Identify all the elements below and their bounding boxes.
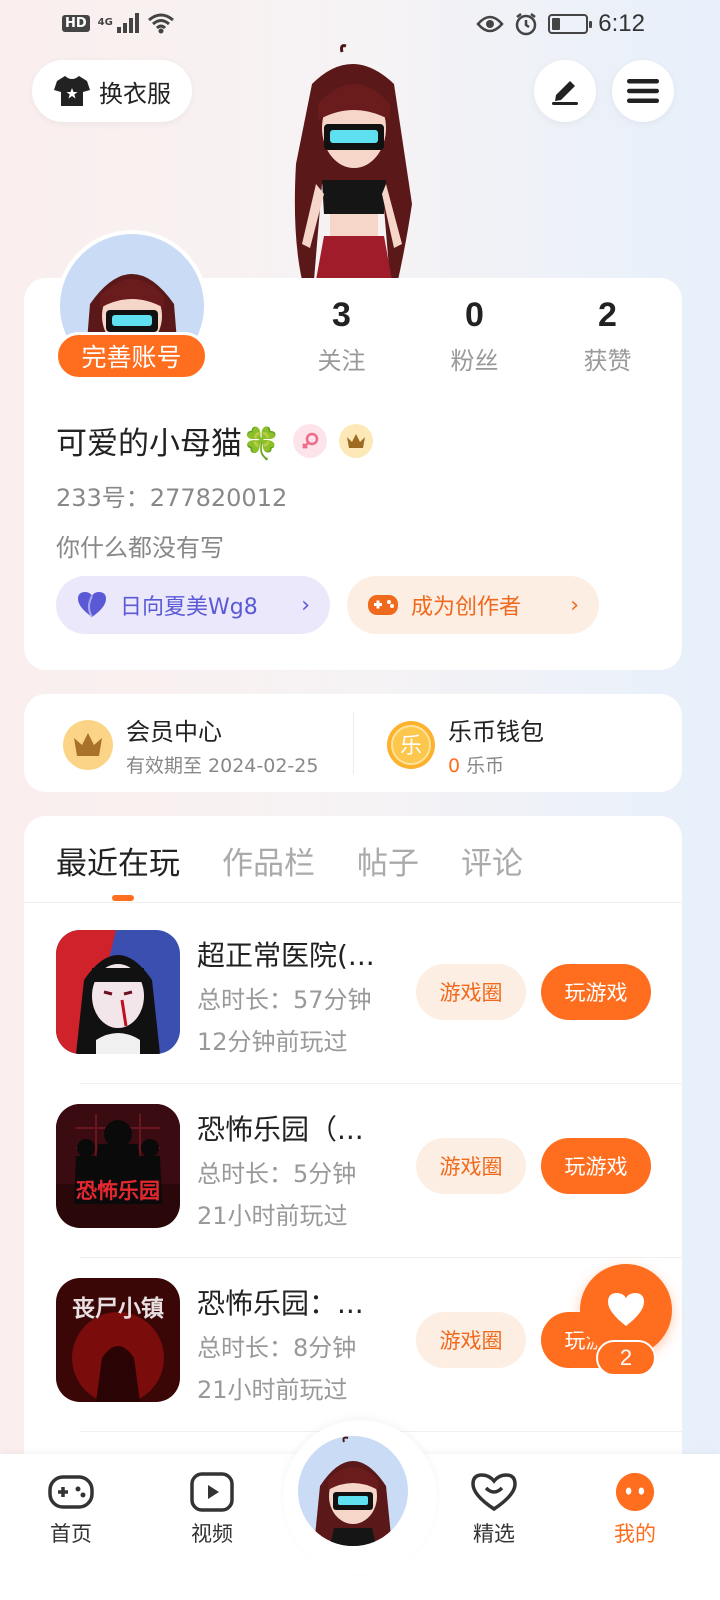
game-last-played: 21小时前玩过 [197,1202,348,1230]
avatar-figure[interactable] [272,44,432,280]
nickname: 可爱的小母猫🍀 [56,426,281,462]
nav-video[interactable]: 视频 [162,1472,262,1548]
game-last-played: 21小时前玩过 [197,1376,348,1404]
nav-avatar-button[interactable] [298,1436,408,1546]
tab-works[interactable]: 作品栏 [222,838,315,883]
heart-icon [78,592,106,618]
like-count-badge: 2 [596,1340,656,1376]
heart-icon [608,1293,644,1326]
game-row[interactable]: 丧尸小镇 恐怖乐园：... 总时长：8分钟 21小时前玩过 游戏圈 玩游戏 [24,1258,682,1432]
nav-label: 视频 [191,1522,233,1546]
relation-pill[interactable]: 日向夏美Wg8 › [56,576,330,634]
game-row[interactable]: 恐怖乐园 恐怖乐园（... 总时长：5分钟 21小时前玩过 游戏圈 玩游戏 [24,1084,682,1258]
menu-button[interactable] [612,60,674,122]
signal-icon [116,13,139,33]
avatar-image [314,1436,392,1546]
stat-value: 3 [332,296,351,334]
game-circle-button[interactable]: 游戏圈 [416,964,526,1020]
shirt-icon [54,76,90,106]
eye-icon [476,15,504,33]
game-title: 恐怖乐园（... [197,1113,364,1146]
game-duration: 总时长：5分钟 [197,1160,357,1188]
svg-text:乐: 乐 [400,734,422,759]
game-duration: 总时长：8分钟 [197,1334,357,1362]
play-icon [190,1472,234,1512]
clock: 6:12 [598,10,645,37]
wallet-balance: 0 [448,755,461,777]
profile-stats: 3 关注 0 粉丝 2 获赞 [275,296,675,376]
status-bar: HD 4G 6:12 [0,0,720,48]
user-id: 233号：277820012 [56,484,288,512]
nickname-row: 可爱的小母猫🍀 [56,418,373,463]
crown-icon [338,423,373,458]
heart-smile-icon [471,1473,517,1512]
game-thumbnail[interactable] [56,930,180,1054]
tab-comments[interactable]: 评论 [461,838,523,883]
stat-likes[interactable]: 2 获赞 [541,296,674,376]
member-center-entry[interactable]: 会员中心 有效期至 2024-02-25 [62,712,318,778]
nav-home[interactable]: 首页 [21,1472,121,1548]
gamepad-icon [48,1475,94,1509]
stat-label: 获赞 [583,347,632,375]
divider [24,902,682,903]
nav-me[interactable]: 我的 [585,1472,685,1548]
stat-label: 粉丝 [450,347,499,375]
chevron-right-icon: › [570,592,579,618]
chevron-right-icon: › [301,592,310,618]
coin-icon: 乐 [387,721,435,769]
play-game-button[interactable]: 玩游戏 [541,964,651,1020]
network-type: 4G [97,17,113,28]
wallet-unit: 乐币 [466,755,505,777]
change-outfit-label: 换衣服 [99,79,171,108]
become-creator-label: 成为创作者 [411,595,522,620]
game-title: 超正常医院(... [197,939,375,972]
bio: 你什么都没有写 [56,534,224,562]
complete-account-button[interactable]: 完善账号 [55,332,208,380]
member-center-title: 会员中心 [126,718,222,746]
hd-badge: HD [62,14,90,32]
become-creator-pill[interactable]: 成为创作者 › [347,576,599,634]
wallet-entry[interactable]: 乐 乐币钱包 0 乐币 [386,712,544,778]
divider [353,712,354,774]
game-duration: 总时长：57分钟 [197,986,372,1014]
battery-icon [548,14,593,34]
stat-value: 0 [465,296,484,334]
stat-label: 关注 [317,347,366,375]
svg-text:丧尸小镇: 丧尸小镇 [72,1295,164,1322]
member-expiry: 有效期至 2024-02-25 [126,755,319,777]
edit-button[interactable] [534,60,596,122]
gamepad-icon [368,595,398,615]
crown-icon [63,720,113,770]
nav-label: 首页 [50,1522,92,1546]
play-game-button[interactable]: 玩游戏 [541,1138,651,1194]
stat-fans[interactable]: 0 粉丝 [408,296,541,376]
content-tabs: 最近在玩 作品栏 帖子 评论 [56,838,523,883]
nav-featured[interactable]: 精选 [444,1472,544,1548]
game-thumbnail[interactable]: 恐怖乐园 [56,1104,180,1228]
game-title: 恐怖乐园：... [197,1287,364,1320]
game-last-played: 12分钟前玩过 [197,1028,348,1056]
profile-face-icon [615,1472,655,1512]
change-outfit-button[interactable]: 换衣服 [32,60,192,122]
pen-icon [552,81,578,105]
game-circle-button[interactable]: 游戏圈 [416,1312,526,1368]
stat-value: 2 [598,296,617,334]
game-circle-button[interactable]: 游戏圈 [416,1138,526,1194]
menu-icon [627,79,659,103]
wallet-title: 乐币钱包 [448,718,544,746]
alarm-icon [516,13,537,36]
wifi-icon [147,13,174,34]
tab-posts[interactable]: 帖子 [357,838,419,883]
relation-name: 日向夏美Wg8 [120,595,258,620]
nav-label: 我的 [614,1522,656,1546]
game-thumbnail[interactable]: 丧尸小镇 [56,1278,180,1402]
active-tab-indicator [112,895,134,901]
female-icon [292,423,327,458]
nav-label: 精选 [473,1522,515,1546]
svg-text:恐怖乐园: 恐怖乐园 [76,1179,160,1203]
tab-recently-played[interactable]: 最近在玩 [56,838,180,883]
game-row[interactable]: 超正常医院(... 总时长：57分钟 12分钟前玩过 游戏圈 玩游戏 [24,910,682,1084]
stat-following[interactable]: 3 关注 [275,296,408,376]
